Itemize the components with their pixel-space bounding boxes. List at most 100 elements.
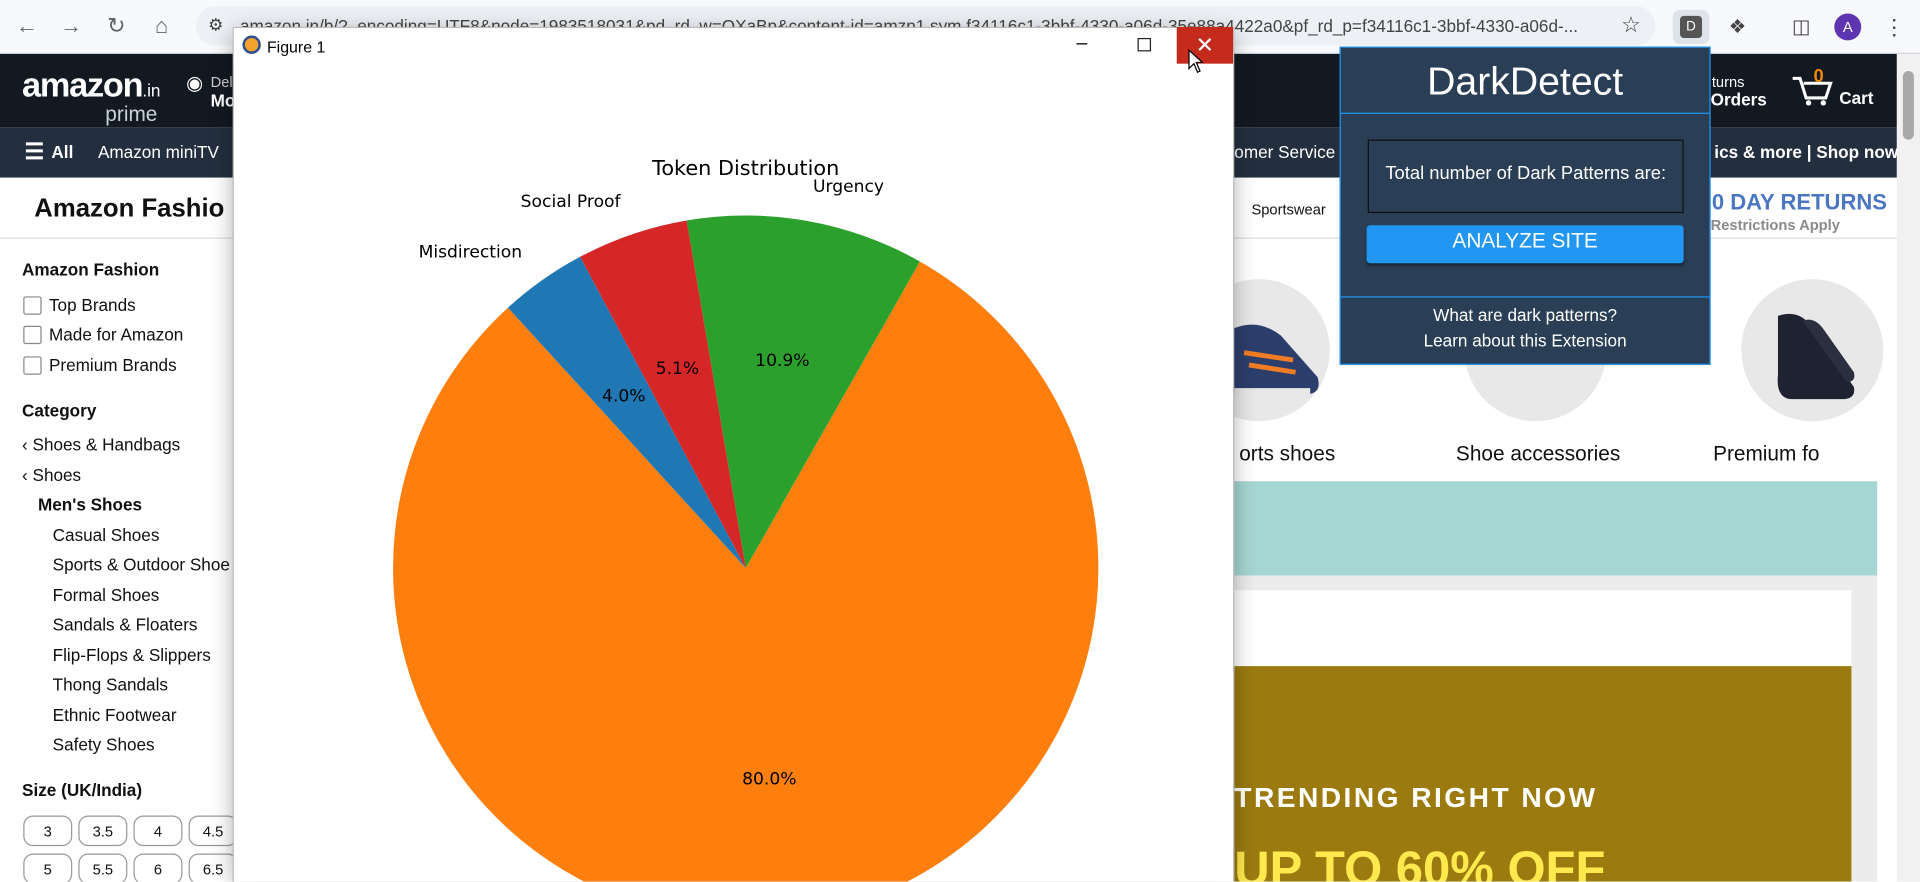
- size-option[interactable]: 5.5: [78, 853, 128, 882]
- figure-titlebar[interactable]: Figure 1 – ✕: [233, 26, 1234, 65]
- subcat-link[interactable]: Thong Sandals: [53, 675, 168, 695]
- side-panel-icon[interactable]: ◫: [1784, 10, 1818, 44]
- filter-top-brands[interactable]: Top Brands: [23, 295, 136, 315]
- figure-window: Figure 1 – ✕ Token Distribution 4.0% Misd…: [233, 26, 1234, 882]
- nav-minitv[interactable]: Amazon miniTV: [98, 142, 219, 162]
- logo-text: amazon: [22, 66, 144, 105]
- back-link-shoes-handbags[interactable]: ‹ Shoes & Handbags: [22, 435, 180, 455]
- filter-premium-brands[interactable]: Premium Brands: [23, 355, 177, 375]
- size-option[interactable]: 3: [23, 815, 73, 847]
- pie-pct-label: 4.0%: [602, 386, 646, 406]
- amazon-logo[interactable]: amazon.in prime: [22, 66, 161, 126]
- reload-icon[interactable]: ↻: [100, 10, 132, 42]
- avatar: A: [1834, 13, 1862, 41]
- tile-label[interactable]: Shoe accessories: [1456, 442, 1620, 466]
- premium-footwear-image[interactable]: [1741, 279, 1884, 422]
- subcat-link[interactable]: Sandals & Floaters: [53, 615, 198, 635]
- pie-category-label: Social Proof: [521, 192, 622, 212]
- size-option[interactable]: 6.5: [188, 853, 238, 882]
- size-option[interactable]: 4: [133, 815, 183, 847]
- profile-avatar[interactable]: A: [1831, 10, 1865, 44]
- forward-icon[interactable]: →: [55, 10, 87, 42]
- deliver-to-location[interactable]: Mo: [211, 91, 236, 111]
- what-are-dark-patterns-link[interactable]: What are dark patterns?: [1341, 305, 1710, 325]
- tile-label[interactable]: Premium fo: [1713, 442, 1826, 466]
- matplotlib-app-icon: [242, 35, 261, 54]
- subcat-link[interactable]: Safety Shoes: [53, 735, 155, 755]
- home-icon[interactable]: ⌂: [146, 10, 178, 42]
- logo-domain: .in: [142, 80, 161, 101]
- figure-title: Figure 1: [266, 37, 326, 57]
- returns-banner-sub: Restrictions Apply: [1710, 216, 1840, 234]
- hamburger-menu-icon[interactable]: ☰: [24, 141, 44, 163]
- subnav-sportswear[interactable]: Sportswear: [1251, 201, 1325, 218]
- chevron-left-icon: ‹: [22, 465, 28, 485]
- pie-category-label: Urgency: [813, 177, 884, 197]
- darkdetect-extension-icon[interactable]: D: [1672, 9, 1710, 45]
- logo-prime: prime: [105, 102, 158, 127]
- link-label: Shoes & Handbags: [32, 434, 181, 455]
- subcat-link[interactable]: Ethnic Footwear: [53, 705, 177, 725]
- dark-pattern-count-box: Total number of Dark Patterns are:: [1367, 139, 1684, 214]
- extensions-puzzle-icon[interactable]: ❖: [1720, 10, 1754, 44]
- checkbox[interactable]: [23, 356, 42, 375]
- current-category: Men's Shoes: [37, 494, 143, 515]
- nav-customer-service[interactable]: omer Service: [1234, 142, 1335, 162]
- site-info-icon[interactable]: ⚙: [208, 15, 223, 36]
- back-link-shoes[interactable]: ‹ Shoes: [22, 465, 81, 485]
- trending-heading: TRENDING RIGHT NOW: [1234, 781, 1598, 814]
- subcat-link[interactable]: Formal Shoes: [53, 585, 160, 605]
- deliver-to-label: Del: [210, 73, 233, 91]
- nav-promo-link[interactable]: ics & more | Shop now: [1714, 142, 1898, 162]
- location-pin-icon[interactable]: ◉: [186, 71, 203, 95]
- size-option[interactable]: 5: [23, 853, 73, 882]
- formal-shoe-illustration: [1777, 313, 1855, 400]
- checkbox[interactable]: [23, 296, 42, 315]
- filter-made-for-amazon[interactable]: Made for Amazon: [23, 324, 184, 345]
- page-title: Amazon Fashio: [34, 194, 225, 223]
- page-scrollbar[interactable]: [1896, 53, 1920, 882]
- subcat-link[interactable]: Sports & Outdoor Shoe: [53, 555, 230, 575]
- mouse-cursor-icon: [1188, 48, 1205, 74]
- size-option[interactable]: 6: [133, 853, 183, 882]
- cart-count: 0: [1813, 66, 1824, 87]
- link-label: Shoes: [32, 465, 82, 485]
- analyze-site-button[interactable]: ANALYZE SITE: [1366, 225, 1684, 264]
- returns-label: turns: [1711, 73, 1745, 91]
- checkbox-label: Made for Amazon: [48, 324, 184, 345]
- category-heading: Category: [22, 400, 97, 421]
- bookmark-star-icon[interactable]: ☆: [1621, 12, 1641, 38]
- cart-label: Cart: [1839, 88, 1874, 108]
- trending-banner[interactable]: TRENDING RIGHT NOW UP TO 60% OFF: [1234, 666, 1852, 882]
- returns-banner-title: 0 DAY RETURNS: [1711, 189, 1888, 215]
- darkdetect-title: DarkDetect: [1340, 48, 1710, 114]
- checkbox-label: Top Brands: [48, 295, 136, 315]
- chevron-left-icon: ‹: [22, 434, 28, 455]
- scrollbar-thumb[interactable]: [1902, 71, 1914, 140]
- size-heading: Size (UK/India): [22, 780, 143, 800]
- promo-white-strip: [1234, 590, 1852, 667]
- menu-kebab-icon[interactable]: ⋮: [1877, 10, 1911, 44]
- pie-chart: Token Distribution 4.0% Misdirection 80.0%…: [393, 156, 1099, 882]
- size-option[interactable]: 4.5: [188, 815, 238, 847]
- pie-pct-label: 80.0%: [742, 770, 796, 790]
- offer-text: UP TO 60% OFF: [1234, 842, 1606, 882]
- minimize-icon[interactable]: –: [1076, 33, 1087, 55]
- subcat-link[interactable]: Casual Shoes: [53, 525, 160, 545]
- size-option[interactable]: 3.5: [78, 815, 128, 847]
- nav-all[interactable]: All: [51, 142, 73, 162]
- returns-orders-link[interactable]: Orders: [1711, 89, 1767, 109]
- cart-button[interactable]: 0 Cart: [1790, 66, 1888, 115]
- pie-pct-label: 10.9%: [755, 351, 809, 371]
- teal-banner: [1234, 481, 1878, 576]
- pie-pct-label: 5.1%: [656, 359, 700, 379]
- maximize-icon[interactable]: [1137, 37, 1152, 52]
- subcat-link[interactable]: Flip-Flops & Slippers: [53, 645, 211, 665]
- tile-label[interactable]: orts shoes: [1239, 442, 1335, 466]
- back-icon[interactable]: ←: [11, 10, 43, 42]
- pie-category-label: Misdirection: [419, 242, 523, 262]
- checkbox[interactable]: [23, 325, 42, 345]
- darkdetect-popup: DarkDetect Total number of Dark Patterns…: [1339, 46, 1711, 365]
- learn-extension-link[interactable]: Learn about this Extension: [1341, 331, 1710, 351]
- chart-title: Token Distribution: [651, 156, 839, 180]
